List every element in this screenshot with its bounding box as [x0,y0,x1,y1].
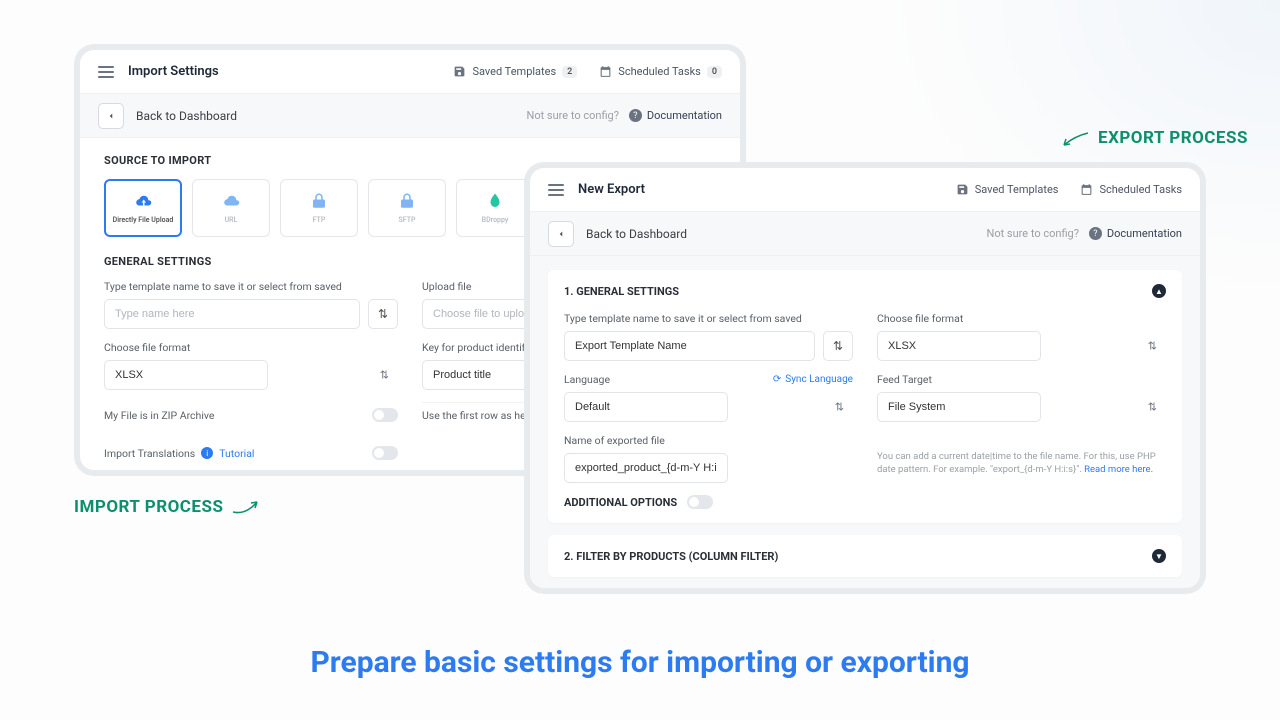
tutorial-link[interactable]: Tutorial [219,447,254,460]
documentation-link[interactable]: ? Documentation [1089,227,1182,240]
back-button[interactable] [548,221,574,247]
template-name-label: Type template name to save it or select … [104,280,398,293]
template-picker-button[interactable]: ⇅ [823,331,853,361]
source-card-url[interactable]: URL [192,179,270,237]
export-title: New Export [578,182,645,197]
source-card-bdroppy[interactable]: BDroppy [456,179,534,237]
export-template-input[interactable] [564,331,815,361]
expand-icon [1152,549,1166,563]
scheduled-tasks-link[interactable]: Scheduled Tasks 0 [599,65,722,78]
chevron-down-icon: ⇅ [835,401,844,414]
saved-templates-link[interactable]: Saved Templates [956,183,1059,196]
help-icon: ? [1089,227,1102,240]
back-label: Back to Dashboard [586,227,687,241]
not-sure-text: Not sure to config? [526,109,618,122]
import-translations-label: Import Translations [104,447,195,460]
save-icon [453,65,466,78]
documentation-text: Documentation [1107,227,1182,240]
saved-templates-link[interactable]: Saved Templates 2 [453,65,577,78]
help-icon: ? [629,109,642,122]
import-topbar: Import Settings Saved Templates 2 Schedu… [80,50,740,94]
scheduled-tasks-text: Scheduled Tasks [1099,183,1182,196]
documentation-text: Documentation [647,109,722,122]
calendar-icon [599,65,612,78]
filename-note: You can add a current date|time to the f… [877,450,1166,477]
source-label: URL [225,216,238,224]
scheduled-tasks-badge: 0 [707,66,722,78]
read-more-link[interactable]: Read more here. [1084,464,1153,475]
exported-name-label: Name of exported file [564,434,853,447]
sync-language-link[interactable]: ⟳ Sync Language [773,374,853,385]
file-format-label: Choose file format [104,341,398,354]
menu-icon[interactable] [98,66,114,78]
source-label: FTP [313,216,326,224]
source-heading: SOURCE TO IMPORT [104,154,716,167]
export-topbar: New Export Saved Templates Scheduled Tas… [530,168,1200,212]
feed-target-select[interactable] [877,392,1041,422]
scheduled-tasks-text: Scheduled Tasks [618,65,701,78]
export-subbar: Back to Dashboard Not sure to config? ? … [530,212,1200,256]
panel-filter-products[interactable]: 2. FILTER BY PRODUCTS (COLUMN FILTER) [548,535,1182,577]
save-icon [956,183,969,196]
chevron-down-icon: ⇅ [1148,340,1157,353]
panel2-title: 2. FILTER BY PRODUCTS (COLUMN FILTER) [564,550,778,563]
scheduled-tasks-link[interactable]: Scheduled Tasks [1080,183,1182,196]
template-picker-button[interactable]: ⇅ [368,299,398,329]
zip-toggle[interactable] [372,408,398,422]
source-card-ftp[interactable]: FTP [280,179,358,237]
template-name-input[interactable] [104,299,360,329]
calendar-icon [1080,183,1093,196]
panel1-title: 1. GENERAL SETTINGS [564,285,679,298]
saved-templates-text: Saved Templates [472,65,556,78]
export-format-select[interactable] [877,331,1041,361]
language-label: Language [564,373,610,386]
import-callout: IMPORT PROCESS [74,497,261,517]
language-select[interactable] [564,392,728,422]
bdroppy-icon [485,192,505,210]
arrow-left-icon [106,111,116,121]
panel-general-settings: 1. GENERAL SETTINGS Type template name t… [548,270,1182,523]
saved-templates-badge: 2 [562,66,577,78]
saved-templates-text: Saved Templates [975,183,1059,196]
chevron-down-icon: ⇅ [1148,401,1157,414]
sftp-icon [397,192,417,210]
file-format-select[interactable] [104,360,268,390]
arrow-left-icon [556,229,566,239]
source-label: BDroppy [482,216,509,224]
export-template-label: Type template name to save it or select … [564,312,853,325]
additional-options-toggle[interactable] [687,495,713,509]
documentation-link[interactable]: ? Documentation [629,109,722,122]
headline: Prepare basic settings for importing or … [0,645,1280,680]
export-callout: EXPORT PROCESS [1060,128,1248,148]
additional-options-label: ADDITIONAL OPTIONS [564,496,677,509]
zip-label: My File is in ZIP Archive [104,409,214,422]
exported-name-input[interactable] [564,453,728,483]
arrow-icon [231,497,261,517]
back-label: Back to Dashboard [136,109,237,123]
menu-icon[interactable] [548,184,564,196]
source-label: Directly File Upload [113,216,174,224]
cloud-icon [221,192,241,210]
source-label: SFTP [399,216,416,224]
import-subbar: Back to Dashboard Not sure to config? ? … [80,94,740,138]
first-row-label: Use the first row as header [422,409,546,422]
not-sure-text: Not sure to config? [986,227,1078,240]
feed-target-label: Feed Target [877,373,1166,386]
back-button[interactable] [98,103,124,129]
cloud-upload-icon [133,192,153,210]
ftp-icon [309,192,329,210]
import-title: Import Settings [128,64,219,79]
info-icon: i [201,447,213,459]
arrow-icon [1060,128,1090,148]
import-translations-toggle[interactable] [372,446,398,460]
export-format-label: Choose file format [877,312,1166,325]
sync-icon: ⟳ [773,374,781,385]
chevron-down-icon: ⇅ [380,369,389,382]
collapse-icon[interactable] [1152,284,1166,298]
export-window: New Export Saved Templates Scheduled Tas… [530,168,1200,588]
source-card-sftp[interactable]: SFTP [368,179,446,237]
source-card-direct-upload[interactable]: Directly File Upload [104,179,182,237]
